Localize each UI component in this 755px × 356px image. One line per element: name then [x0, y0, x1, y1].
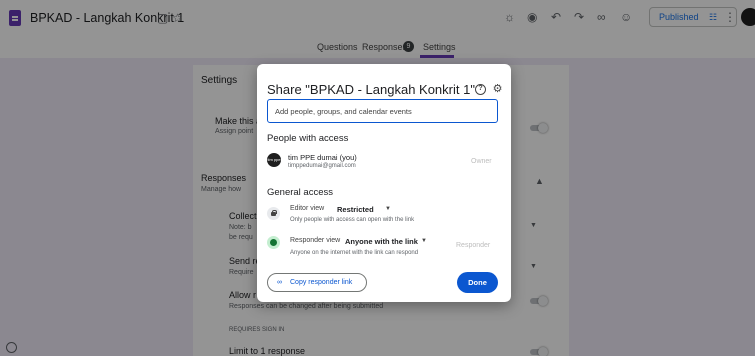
avatar: tim ppe [267, 153, 281, 167]
share-dialog-title: Share "BPKAD - Langkah Konkrit 1" [267, 82, 475, 97]
responder-view-select[interactable]: Anyone with the link [345, 237, 418, 246]
share-dialog: Share "BPKAD - Langkah Konkrit 1" ? ⚙ Pe… [257, 64, 511, 302]
globe-icon [267, 236, 280, 249]
lock-icon [267, 207, 280, 220]
editor-view-label: Editor view [290, 205, 325, 212]
copy-responder-link-button[interactable]: ∞ Copy responder link [267, 273, 367, 292]
add-people-input[interactable] [275, 105, 490, 117]
copy-responder-link-label: Copy responder link [290, 279, 353, 286]
chevron-down-icon[interactable]: ▼ [421, 238, 427, 244]
done-button[interactable]: Done [457, 272, 498, 293]
responder-view-description: Anyone on the internet with the link can… [290, 250, 419, 256]
add-people-field[interactable] [267, 99, 498, 123]
general-access-heading: General access [267, 187, 334, 198]
link-icon: ∞ [277, 279, 282, 286]
owner-role-label: Owner [471, 158, 492, 165]
person-name: tim PPE dumai (you) [288, 153, 357, 162]
gear-icon[interactable]: ⚙ [492, 84, 503, 95]
editor-view-description: Only people with access can open with th… [290, 217, 415, 223]
people-with-access-heading: People with access [267, 133, 349, 144]
responder-view-label: Responder view [290, 237, 341, 244]
chevron-down-icon[interactable]: ▼ [385, 206, 391, 212]
editor-view-select[interactable]: Restricted [337, 205, 374, 214]
responder-role-label: Responder [456, 242, 491, 249]
person-email: timppedumai@gmail.com [288, 163, 356, 169]
help-icon[interactable]: ? [475, 84, 486, 95]
